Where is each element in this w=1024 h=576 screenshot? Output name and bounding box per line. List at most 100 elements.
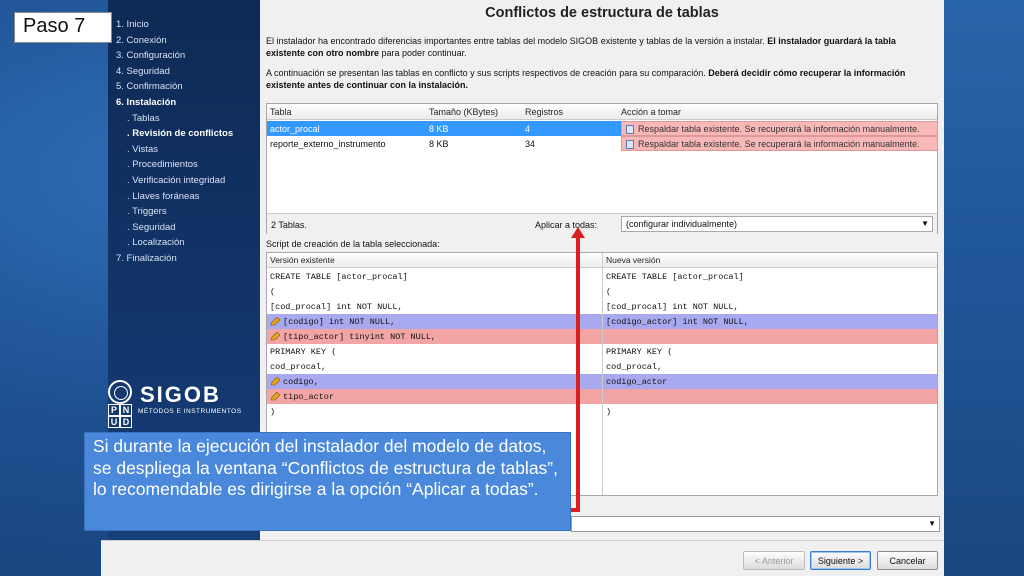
pnud-logo: P N U D xyxy=(108,404,132,428)
dropdown-arrow-icon: ▼ xyxy=(921,219,929,228)
sigob-logo-text: SIGOB xyxy=(140,382,221,407)
script-line: tipo_actor xyxy=(267,389,602,404)
script-line: [codigo] int NOT NULL, xyxy=(267,314,602,329)
bottom-dropdown[interactable]: ▼ xyxy=(571,516,940,532)
new-version-column[interactable]: Nueva versión CREATE TABLE [actor_procal… xyxy=(603,253,937,495)
annotation-arrow-line xyxy=(576,236,580,512)
step-label: Paso 7 xyxy=(14,12,112,43)
dropdown-arrow-icon: ▼ xyxy=(928,519,936,528)
edit-pencil-icon xyxy=(270,377,280,386)
action-dropdown[interactable]: Respaldar tabla existente. Se recuperará… xyxy=(621,136,938,151)
script-line: [tipo_actor] tinyint NOT NULL, xyxy=(267,329,602,344)
document-icon xyxy=(626,140,634,149)
edit-pencil-icon xyxy=(270,317,280,326)
table-count: 2 Tablas. xyxy=(271,220,307,230)
cell-tabla: actor_procal xyxy=(270,124,320,134)
instruction-text: A continuación se presentan las tablas e… xyxy=(266,68,709,78)
sidebar-step-item: . Seguridad xyxy=(127,221,176,233)
slide-right-panel xyxy=(944,0,1024,576)
action-text: Respaldar tabla existente. Se recuperará… xyxy=(638,124,920,134)
cell-tabla: reporte_externo_instrumento xyxy=(270,139,386,149)
sidebar-step-item: . Verificación integridad xyxy=(127,174,226,186)
edit-pencil-icon xyxy=(270,392,280,401)
pnud-letter: P xyxy=(108,404,120,416)
sidebar-step-item: . Triggers xyxy=(127,206,167,218)
script-line-text: CREATE TABLE [actor_procal] xyxy=(606,272,744,282)
script-line-text: CREATE TABLE [actor_procal] xyxy=(270,272,408,282)
pnud-letter: D xyxy=(120,416,132,428)
script-line-text: ) xyxy=(606,407,612,417)
table-row[interactable]: reporte_externo_instrumento 8 KB 34 Resp… xyxy=(267,136,938,151)
script-line: PRIMARY KEY ( xyxy=(603,344,937,359)
sidebar-step-item: . Vistas xyxy=(127,143,158,155)
column-header-size[interactable]: Tamaño (KBytes) xyxy=(429,107,498,117)
cell-registros: 4 xyxy=(525,124,531,134)
pnud-letter: U xyxy=(108,416,120,428)
cancel-button[interactable]: Cancelar xyxy=(877,551,938,570)
installer-steps-nav: 1. Inicio 2. Conexión 3. Configuración 4. S… xyxy=(116,17,233,267)
cell-size: 8 KB xyxy=(429,139,449,149)
cell-size: 8 KB xyxy=(429,124,449,134)
apply-all-label: Aplicar a todas: xyxy=(535,220,598,230)
script-line xyxy=(603,329,937,344)
intro-end-text: para poder continuar. xyxy=(379,47,467,58)
sidebar-step-item: 5. Confirmación xyxy=(116,81,183,93)
sidebar-step-item: 7. Finalización xyxy=(116,252,177,264)
script-line-text: ( xyxy=(270,287,276,297)
existing-version-header: Versión existente xyxy=(267,253,602,268)
script-line-text: [codigo_actor] int NOT NULL, xyxy=(606,317,749,327)
script-line: codigo_actor xyxy=(603,374,937,389)
document-icon xyxy=(626,125,634,134)
sidebar-step-item: 4. Seguridad xyxy=(116,65,170,77)
script-line-text: [cod_procal] int NOT NULL, xyxy=(270,302,403,312)
cell-registros: 34 xyxy=(525,139,536,149)
script-line-text: ) xyxy=(270,407,276,417)
back-button[interactable]: < Anterior xyxy=(743,551,805,570)
script-line: [cod_procal] int NOT NULL, xyxy=(603,299,937,314)
script-line-text: codigo, xyxy=(283,377,319,387)
script-line-text: PRIMARY KEY ( xyxy=(270,347,337,357)
column-header-tabla[interactable]: Tabla xyxy=(270,107,292,117)
script-line-text: PRIMARY KEY ( xyxy=(606,347,673,357)
table-header: Tabla Tamaño (KBytes) Registros Acción a… xyxy=(267,104,937,120)
sidebar-step-item: 6. Instalación xyxy=(116,96,177,108)
script-line-text: [tipo_actor] tinyint NOT NULL, xyxy=(283,332,437,342)
script-line: ( xyxy=(603,284,937,299)
script-line: ( xyxy=(267,284,602,299)
apply-all-select[interactable]: (configurar individualmente) ▼ xyxy=(621,216,933,232)
script-line-text: ( xyxy=(606,287,612,297)
table-status-bar: 2 Tablas. Aplicar a todas: (configurar i… xyxy=(267,213,937,234)
script-line-text: cod_procal, xyxy=(606,362,663,372)
explanation-callout: Si durante la ejecución del instalador d… xyxy=(84,432,571,531)
script-line: cod_procal, xyxy=(603,359,937,374)
script-line-text: tipo_actor xyxy=(283,392,335,402)
script-line xyxy=(603,389,937,404)
script-line: cod_procal, xyxy=(267,359,602,374)
column-header-accion[interactable]: Acción a tomar xyxy=(621,107,681,117)
column-header-registros[interactable]: Registros xyxy=(525,107,563,117)
script-label: Script de creación de la tabla seleccion… xyxy=(266,239,440,249)
intro-text: El instalador ha encontrado diferencias … xyxy=(266,36,768,46)
next-button[interactable]: Siguiente > xyxy=(810,551,871,570)
script-line-text: codigo_actor xyxy=(606,377,668,387)
sidebar-step-item: 1. Inicio xyxy=(116,19,149,30)
action-dropdown[interactable]: Respaldar tabla existente. Se recuperará… xyxy=(621,121,938,136)
script-line: PRIMARY KEY ( xyxy=(267,344,602,359)
script-line: CREATE TABLE [actor_procal] xyxy=(603,269,937,284)
sidebar-step-item: 2. Conexión xyxy=(116,34,167,46)
script-line-text: [codigo] int NOT NULL, xyxy=(283,317,396,327)
sidebar-step-item: . Localización xyxy=(127,237,185,249)
script-line: codigo, xyxy=(267,374,602,389)
pnud-letter: N xyxy=(120,404,132,416)
conflicts-table: Tabla Tamaño (KBytes) Registros Acción a… xyxy=(266,103,938,234)
intro-paragraph: El instalador ha encontrado diferencias … xyxy=(266,36,930,59)
sidebar-step-item: . Revisión de conflictos xyxy=(127,128,234,140)
sidebar-step-item: . Procedimientos xyxy=(127,159,198,171)
script-line-text: [cod_procal] int NOT NULL, xyxy=(606,302,739,312)
annotation-arrow-foot xyxy=(571,508,580,512)
action-text: Respaldar tabla existente. Se recuperará… xyxy=(638,139,920,149)
table-row[interactable]: actor_procal 8 KB 4 Respaldar tabla exis… xyxy=(267,121,938,136)
un-emblem-icon xyxy=(108,380,132,404)
script-line: ) xyxy=(267,404,602,419)
new-version-header: Nueva versión xyxy=(603,253,937,268)
